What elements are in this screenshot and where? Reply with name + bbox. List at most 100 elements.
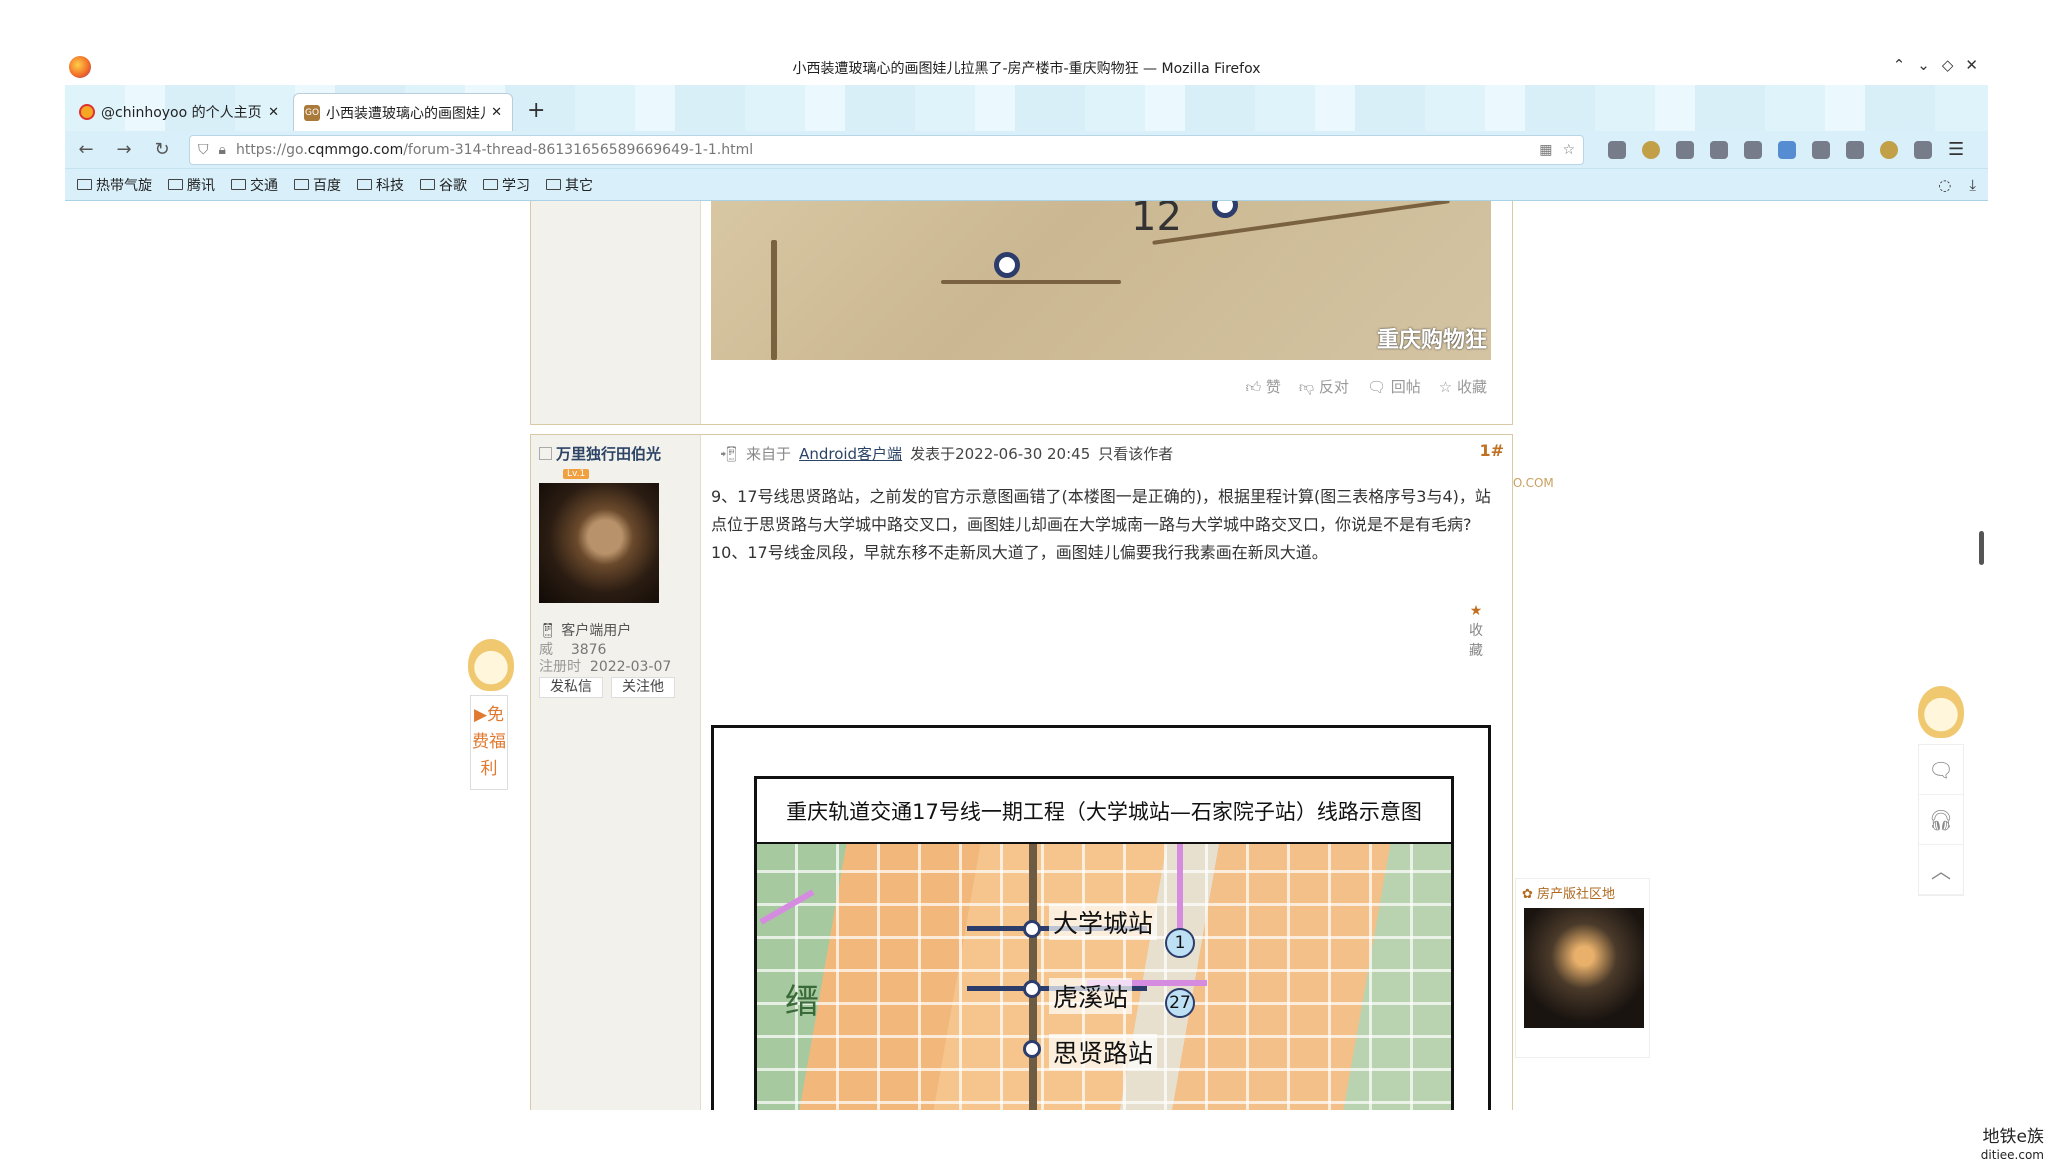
back-to-top-icon[interactable]: ︿ <box>1919 845 1963 895</box>
extensions-area: ☰ <box>1608 139 1964 160</box>
bookmark-folder[interactable]: 其它 <box>546 175 593 195</box>
tab-close-icon[interactable]: ✕ <box>491 105 502 120</box>
adblock-extension-icon[interactable] <box>1642 140 1660 159</box>
back-button[interactable]: ← <box>75 139 97 160</box>
post-actions: 👍︎ 赞 👎︎ 反对 🗨︎ 回帖 ☆ 收藏 <box>1245 376 1487 397</box>
map-line <box>771 240 777 360</box>
bookmark-folder[interactable]: 科技 <box>357 175 404 195</box>
map-road <box>759 889 815 925</box>
url-bar[interactable]: ⛉ 🔒︎ https://go.cqmmgo.com/forum-314-thr… <box>189 134 1584 165</box>
user-buttons: 发私信 关注他 <box>539 677 675 698</box>
browser-window: 小西装遭玻璃心的画图娃儿拉黑了-房产楼市-重庆购物狂 — Mozilla Fir… <box>65 50 1988 1110</box>
menu-icon[interactable]: ☰ <box>1948 139 1964 160</box>
right-float-toolbar: 🗨︎ 🎧︎ ︿ <box>1918 686 1964 896</box>
only-author-link[interactable]: 只看该作者 <box>1098 443 1173 464</box>
avatar[interactable] <box>539 483 659 603</box>
bookmark-folder[interactable]: 学习 <box>483 175 530 195</box>
bookmark-star-icon[interactable]: ☆ <box>1562 142 1575 158</box>
community-widget[interactable]: ✿ 房产版社区地 <box>1515 878 1650 1058</box>
folder-icon <box>168 179 183 190</box>
download-icon[interactable]: ⤓ <box>1969 176 1976 194</box>
maximize-button[interactable]: ◇ <box>1942 56 1954 74</box>
corner-watermark: 地铁e族 ditiee.com <box>1980 1127 2044 1162</box>
folder-icon <box>294 179 309 190</box>
reply-button[interactable]: 🗨︎ 回帖 <box>1367 376 1421 397</box>
mascot-icon <box>1918 686 1964 738</box>
qr-code-icon[interactable]: ▦ <box>1539 142 1552 158</box>
bookmark-folder[interactable]: 腾讯 <box>168 175 215 195</box>
navigation-toolbar: ← → ↻ ⛉ 🔒︎ https://go.cqmmgo.com/forum-3… <box>65 131 1988 169</box>
extension-icon[interactable] <box>1676 140 1694 159</box>
extension-icon[interactable] <box>1914 140 1932 159</box>
bookmark-folder[interactable]: 谷歌 <box>420 175 467 195</box>
extension-icon[interactable] <box>1778 140 1796 159</box>
welfare-label[interactable]: ▶免费福利 <box>470 695 508 790</box>
user-icon <box>539 447 552 460</box>
map-station <box>1212 201 1238 218</box>
extension-icon[interactable] <box>1608 140 1626 159</box>
like-button[interactable]: 👍︎ 赞 <box>1245 376 1280 397</box>
bookmark-folder[interactable]: 百度 <box>294 175 341 195</box>
sync-icon[interactable]: ◌ <box>1938 176 1951 194</box>
floor-number[interactable]: 1# <box>1479 441 1504 460</box>
page-viewport: 12 重庆购物狂 👍︎ 赞 👎︎ 反对 🗨︎ 回帖 ☆ 收藏 CQMMGO.CO… <box>65 201 1988 1110</box>
reload-button[interactable]: ↻ <box>151 139 173 160</box>
side-favorite-button[interactable]: ★ 收藏 <box>1465 601 1487 661</box>
firefox-logo-icon <box>69 56 91 78</box>
line-circle: 27 <box>1165 988 1195 1018</box>
bookmarks-toolbar: 热带气旋 腾讯 交通 百度 科技 谷歌 学习 其它 ◌ ⤓ <box>65 169 1988 201</box>
tab-weibo[interactable]: @chinhoyoo 的个人主页 - 微 ✕ <box>69 93 289 131</box>
headset-icon[interactable]: 🎧︎ <box>1919 795 1963 845</box>
close-window-button[interactable]: ✕ <box>1965 56 1978 74</box>
title-bar: 小西装遭玻璃心的画图娃儿拉黑了-房产楼市-重庆购物狂 — Mozilla Fir… <box>65 50 1988 85</box>
map-line <box>1152 201 1450 245</box>
post-content: 9、17号线思贤路站，之前发的官方示意图画错了(本楼图一是正确的)，根据里程计算… <box>711 487 1491 562</box>
minimize-button[interactable]: ⌃ <box>1893 56 1906 74</box>
window-title: 小西装遭玻璃心的画图娃儿拉黑了-房产楼市-重庆购物狂 — Mozilla Fir… <box>792 60 1261 77</box>
url-text[interactable]: https://go.cqmmgo.com/forum-314-thread-8… <box>236 142 1529 158</box>
post-image-map[interactable]: 12 重庆购物狂 <box>711 201 1491 360</box>
tab-title: @chinhoyoo 的个人主页 - 微 <box>101 105 262 121</box>
watermark: 重庆购物狂 <box>1376 328 1487 353</box>
forum-post: 万里独行田伯光 Lv.1 📱︎ 客户端用户 威 3876 注册时 2022-03… <box>530 434 1513 1110</box>
tab-title: 小西装遭玻璃心的画图娃儿拉黑了 <box>326 105 485 122</box>
extension-icon[interactable] <box>1812 140 1830 159</box>
tab-strip: @chinhoyoo 的个人主页 - 微 ✕ GO 小西装遭玻璃心的画图娃儿拉黑… <box>65 85 1988 131</box>
welfare-float[interactable]: ▶免费福利 <box>468 639 514 790</box>
post-image-route-map[interactable]: 重庆轨道交通17号线一期工程（大学城站—石家院子站）线路示意图 大学城站 虎溪站… <box>711 725 1491 1110</box>
folder-icon <box>231 179 246 190</box>
scrollbar-thumb[interactable] <box>1979 531 1984 565</box>
client-link[interactable]: Android客户端 <box>799 443 902 464</box>
post-sidebar <box>531 201 701 424</box>
extension-icon[interactable] <box>1744 140 1762 159</box>
extension-icon[interactable] <box>1846 140 1864 159</box>
user-stats: 威 3876 注册时 2022-03-07 <box>539 642 672 675</box>
send-message-button[interactable]: 发私信 <box>539 677 603 698</box>
tab-close-icon[interactable]: ✕ <box>268 105 279 120</box>
new-tab-button[interactable]: + <box>517 98 555 131</box>
extension-icon[interactable] <box>1710 140 1728 159</box>
line-17 <box>1029 844 1037 1110</box>
folder-icon <box>546 179 561 190</box>
shield-icon[interactable]: ⛉ <box>198 142 209 158</box>
chat-icon[interactable]: 🗨︎ <box>1919 745 1963 795</box>
folder-icon <box>77 179 92 190</box>
community-image[interactable] <box>1524 908 1644 1028</box>
restore-button[interactable]: ⌄ <box>1917 56 1930 74</box>
favorite-button[interactable]: ☆ 收藏 <box>1439 376 1487 397</box>
window-controls: ⌃ ⌄ ◇ ✕ <box>1893 56 1978 74</box>
bookmark-folder[interactable]: 交通 <box>231 175 278 195</box>
extension-icon[interactable] <box>1880 140 1898 159</box>
station-label: 思贤路站 <box>1049 1034 1158 1070</box>
follow-button[interactable]: 关注他 <box>611 677 675 698</box>
author-name[interactable]: 万里独行田伯光 <box>539 443 661 464</box>
post-meta: 📲︎ 来自于 Android客户端 发表于2022-06-30 20:45 只看该… <box>719 443 1174 464</box>
lock-icon[interactable]: 🔒︎ <box>219 142 226 158</box>
oppose-button[interactable]: 👎︎ 反对 <box>1299 376 1349 397</box>
bookmark-folder[interactable]: 热带气旋 <box>77 175 152 195</box>
station-label: 虎溪站 <box>1049 978 1133 1014</box>
station-marker <box>1023 1040 1041 1058</box>
forward-button[interactable]: → <box>113 139 135 160</box>
forum-post: 12 重庆购物狂 👍︎ 赞 👎︎ 反对 🗨︎ 回帖 ☆ 收藏 <box>530 201 1513 425</box>
tab-forum-thread[interactable]: GO 小西装遭玻璃心的画图娃儿拉黑了 ✕ <box>293 93 513 131</box>
